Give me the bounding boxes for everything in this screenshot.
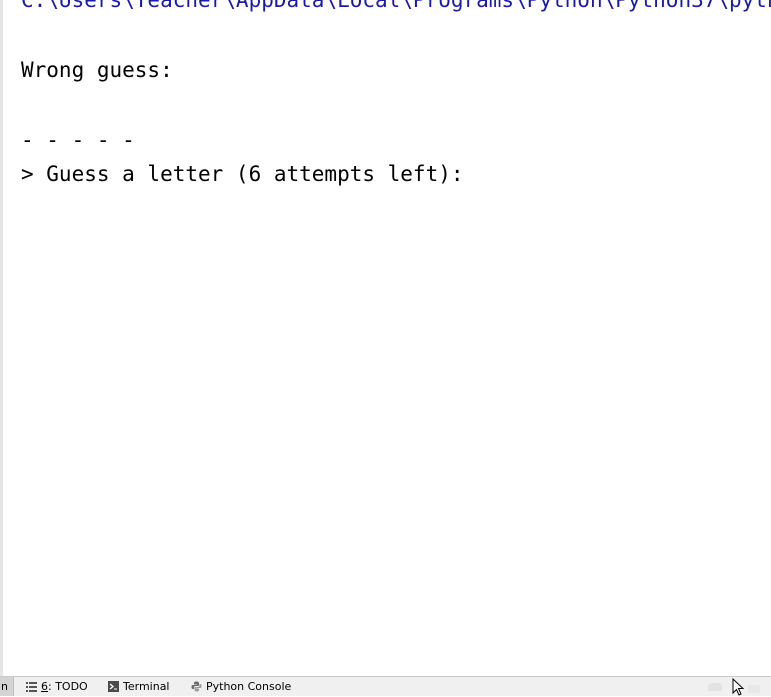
console-left-border [0,0,3,676]
wrong-guess-line: Wrong guess: [21,58,173,82]
toolbar-status-indicator[interactable] [708,683,722,691]
word-blanks-line: - - - - - [21,128,135,152]
interpreter-path-line: C:\Users\Teacher\AppData\Local\Programs\… [21,0,771,12]
run-console-output[interactable]: C:\Users\Teacher\AppData\Local\Programs\… [0,0,771,676]
tool-tab-python-console-label: Python Console [206,679,292,693]
tool-tab-todo-label: : TODO [48,679,88,693]
list-icon [26,682,37,692]
bottom-tool-window-bar: n 6: TODO Terminal Python Console [0,676,771,696]
toolbar-event-log-indicator[interactable] [748,685,760,693]
tool-tab-python-console[interactable]: Python Console [191,677,291,696]
tool-tab-terminal-label: Terminal [123,679,170,693]
python-console-icon [191,681,202,692]
terminal-icon [108,681,119,692]
tool-tab-todo-number: 6 [41,679,48,693]
tool-tab-run[interactable]: n [0,677,14,696]
mouse-pointer-icon [732,678,745,696]
tool-tab-run-label: n [1,680,8,693]
guess-prompt-line: > Guess a letter (6 attempts left): [21,162,464,186]
tool-tab-todo[interactable]: 6: TODO [26,677,88,696]
tool-tab-terminal[interactable]: Terminal [108,677,170,696]
